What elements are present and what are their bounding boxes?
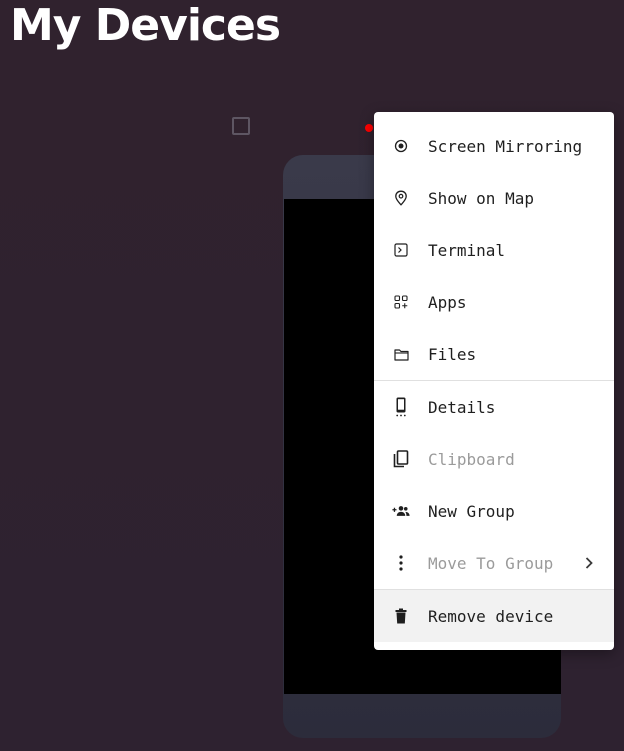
menu-item-label: Screen Mirroring [428, 136, 583, 156]
folder-icon [392, 345, 410, 363]
device-select-checkbox[interactable] [232, 117, 250, 135]
menu-item-move-to-group: Move To Group [374, 537, 614, 589]
menu-item-label: Apps [428, 292, 467, 312]
apps-icon [392, 293, 410, 311]
menu-item-label: Terminal [428, 240, 506, 260]
menu-item-label: Files [428, 344, 477, 364]
device-context-menu: Screen Mirroring Show on Map Terminal Ap… [374, 112, 614, 650]
menu-item-remove-device[interactable]: Remove device [374, 590, 614, 642]
menu-item-label: Move To Group [428, 553, 554, 573]
menu-item-show-on-map[interactable]: Show on Map [374, 172, 614, 224]
menu-item-clipboard: Clipboard [374, 433, 614, 485]
map-pin-icon [392, 189, 410, 207]
menu-item-label: Details [428, 397, 496, 417]
menu-item-label: Clipboard [428, 449, 515, 469]
clipboard-icon [392, 450, 410, 468]
menu-item-label: Remove device [428, 606, 554, 626]
trash-icon [392, 607, 410, 625]
page-title: My Devices [10, 0, 281, 51]
menu-item-terminal[interactable]: Terminal [374, 224, 614, 276]
menu-item-label: Show on Map [428, 188, 534, 208]
screen-mirroring-icon [392, 137, 410, 155]
menu-item-label: New Group [428, 501, 515, 521]
menu-item-details[interactable]: Details [374, 381, 614, 433]
add-group-icon [392, 502, 410, 520]
phone-details-icon [392, 397, 410, 417]
menu-item-files[interactable]: Files [374, 328, 614, 380]
menu-item-apps[interactable]: Apps [374, 276, 614, 328]
menu-item-new-group[interactable]: New Group [374, 485, 614, 537]
device-status-dot [365, 124, 373, 132]
terminal-icon [392, 241, 410, 259]
chevron-right-icon [582, 556, 596, 570]
more-vert-icon [392, 554, 410, 572]
menu-item-screen-mirroring[interactable]: Screen Mirroring [374, 120, 614, 172]
